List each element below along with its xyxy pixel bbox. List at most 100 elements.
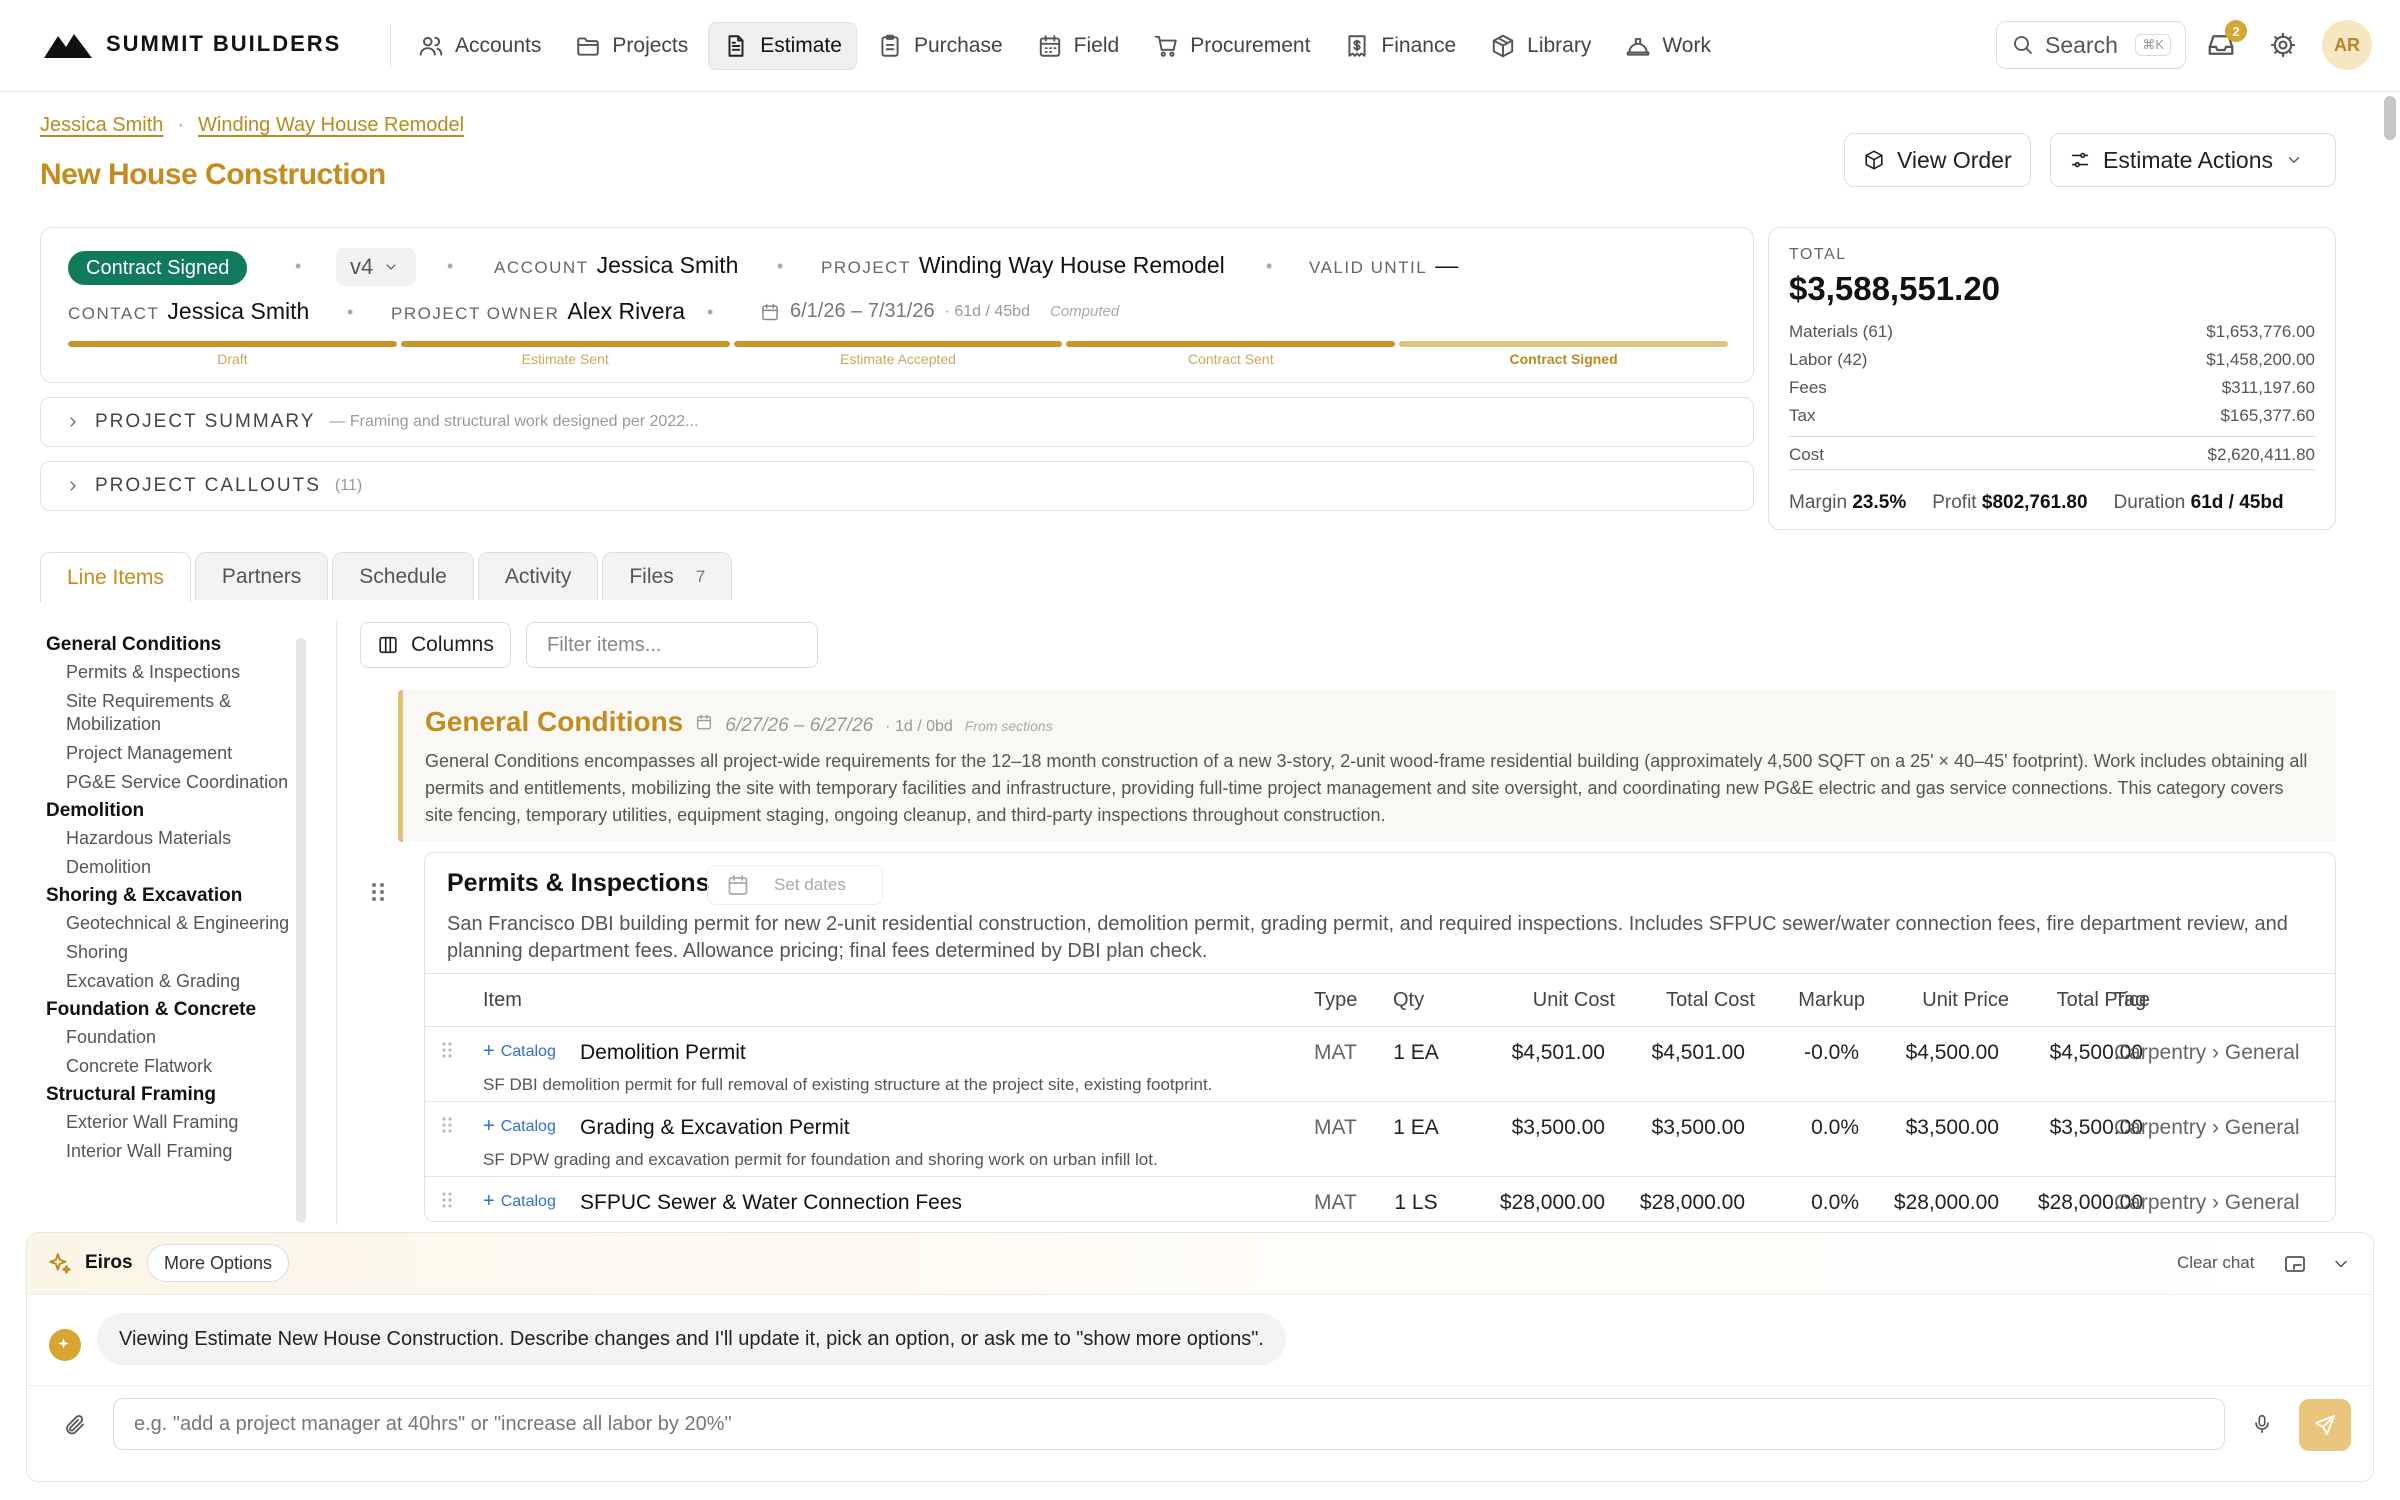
- stage-contract-sent[interactable]: Contract Sent: [1066, 341, 1396, 367]
- table-row[interactable]: + Catalog Demolition Permit MAT 1 EA $4,5…: [425, 1027, 2335, 1102]
- date-range[interactable]: 6/1/26 – 7/31/26 · 61d / 45bd Computed: [760, 300, 1119, 323]
- item-type[interactable]: MAT: [1314, 1041, 1357, 1065]
- filter-input[interactable]: [526, 622, 818, 668]
- contact-value[interactable]: Jessica Smith: [167, 298, 309, 325]
- catalog-button[interactable]: + Catalog: [483, 1190, 556, 1213]
- settings-button[interactable]: [2269, 31, 2297, 59]
- category-title[interactable]: General Conditions: [425, 706, 683, 738]
- outline-category[interactable]: Demolition: [46, 800, 310, 822]
- columns-button[interactable]: Columns: [360, 622, 511, 668]
- set-dates-button[interactable]: Set dates: [707, 865, 883, 905]
- outline-item[interactable]: Permits & Inspections: [66, 661, 310, 684]
- stage-estimate-accepted[interactable]: Estimate Accepted: [733, 341, 1063, 367]
- nav-work[interactable]: Work: [1611, 22, 1725, 70]
- nav-estimate[interactable]: Estimate: [708, 22, 857, 70]
- item-tag[interactable]: Carpentry › General: [2114, 1191, 2300, 1215]
- microphone-button[interactable]: [2251, 1413, 2273, 1435]
- outline-category[interactable]: Shoring & Excavation: [46, 885, 310, 907]
- outline-item[interactable]: Shoring: [66, 941, 310, 964]
- account-value[interactable]: Jessica Smith: [597, 252, 739, 279]
- section-drag-handle[interactable]: [368, 880, 388, 904]
- breadcrumb-account[interactable]: Jessica Smith: [40, 114, 163, 137]
- item-tag[interactable]: Carpentry › General: [2114, 1116, 2300, 1140]
- clear-chat-button[interactable]: Clear chat: [2177, 1253, 2254, 1273]
- outline-item[interactable]: Interior Wall Framing: [66, 1140, 310, 1163]
- stage-draft[interactable]: Draft: [68, 341, 397, 367]
- search-button[interactable]: Search ⌘K: [1996, 21, 2186, 69]
- version-select[interactable]: v4: [336, 248, 416, 286]
- chevron-down-icon[interactable]: [2331, 1254, 2351, 1274]
- popout-icon[interactable]: [2283, 1252, 2307, 1276]
- stage-contract-signed[interactable]: Contract Signed: [1399, 341, 1728, 367]
- outline-category[interactable]: Structural Framing: [46, 1084, 310, 1106]
- item-name[interactable]: SFPUC Sewer & Water Connection Fees: [580, 1191, 962, 1215]
- tab-activity[interactable]: Activity: [477, 552, 599, 600]
- outline-category[interactable]: General Conditions: [46, 634, 310, 656]
- chat-input[interactable]: [113, 1398, 2225, 1450]
- table-row[interactable]: + Catalog Grading & Excavation Permit MAT…: [425, 1102, 2335, 1177]
- more-options-button[interactable]: More Options: [147, 1244, 290, 1282]
- user-avatar[interactable]: AR: [2322, 20, 2372, 70]
- status-badge[interactable]: Contract Signed: [68, 251, 248, 285]
- outline-category[interactable]: Foundation & Concrete: [46, 999, 310, 1021]
- outline-item[interactable]: Project Management: [66, 742, 310, 765]
- outline-scrollbar[interactable]: [296, 638, 306, 1223]
- nav-accounts[interactable]: Accounts: [404, 22, 555, 70]
- page-scrollbar[interactable]: [2384, 96, 2396, 140]
- tab-line-items[interactable]: Line Items: [40, 552, 191, 602]
- nav-field[interactable]: Field: [1023, 22, 1134, 70]
- item-qty[interactable]: 1 EA: [1385, 1041, 1447, 1065]
- owner-value[interactable]: Alex Rivera: [567, 298, 685, 325]
- col-type[interactable]: Type: [1314, 989, 1357, 1012]
- col-qty[interactable]: Qty: [1393, 989, 1424, 1012]
- outline-item[interactable]: Demolition: [66, 856, 310, 879]
- view-order-button[interactable]: View Order: [1844, 133, 2031, 187]
- item-unit-cost[interactable]: $28,000.00: [1465, 1191, 1605, 1215]
- item-markup[interactable]: -0.0%: [1765, 1041, 1859, 1065]
- item-unit-price[interactable]: $3,500.00: [1865, 1116, 1999, 1140]
- nav-procurement[interactable]: Procurement: [1139, 22, 1324, 70]
- row-drag-handle[interactable]: [441, 1191, 453, 1209]
- col-item[interactable]: Item: [483, 989, 522, 1012]
- estimate-actions-button[interactable]: Estimate Actions: [2050, 133, 2336, 187]
- col-total-cost[interactable]: Total Cost: [1615, 989, 1755, 1012]
- item-name[interactable]: Demolition Permit: [580, 1041, 746, 1065]
- outline-item[interactable]: Geotechnical & Engineering: [66, 912, 310, 935]
- outline-item[interactable]: Concrete Flatwork: [66, 1055, 310, 1078]
- valid-until-value[interactable]: —: [1435, 252, 1458, 279]
- breadcrumb-project[interactable]: Winding Way House Remodel: [198, 114, 464, 137]
- project-value[interactable]: Winding Way House Remodel: [919, 252, 1225, 279]
- section-title[interactable]: Permits & Inspections: [447, 869, 710, 898]
- item-qty[interactable]: 1 LS: [1385, 1191, 1447, 1215]
- col-unit-price[interactable]: Unit Price: [1865, 989, 2009, 1012]
- attach-button[interactable]: [63, 1413, 87, 1437]
- item-unit-cost[interactable]: $3,500.00: [1465, 1116, 1605, 1140]
- row-drag-handle[interactable]: [441, 1041, 453, 1059]
- outline-item[interactable]: Excavation & Grading: [66, 970, 310, 993]
- catalog-button[interactable]: + Catalog: [483, 1040, 556, 1063]
- col-unit-cost[interactable]: Unit Cost: [1475, 989, 1615, 1012]
- col-tag[interactable]: Tag: [2114, 989, 2146, 1012]
- item-markup[interactable]: 0.0%: [1765, 1191, 1859, 1215]
- item-unit-cost[interactable]: $4,501.00: [1465, 1041, 1605, 1065]
- send-button[interactable]: [2299, 1399, 2351, 1451]
- item-markup[interactable]: 0.0%: [1765, 1116, 1859, 1140]
- stage-estimate-sent[interactable]: Estimate Sent: [400, 341, 730, 367]
- item-unit-price[interactable]: $4,500.00: [1865, 1041, 1999, 1065]
- item-unit-price[interactable]: $28,000.00: [1865, 1191, 1999, 1215]
- nav-projects[interactable]: Projects: [561, 22, 702, 70]
- item-name[interactable]: Grading & Excavation Permit: [580, 1116, 850, 1140]
- outline-item[interactable]: Site Requirements & Mobilization: [66, 690, 310, 736]
- row-drag-handle[interactable]: [441, 1116, 453, 1134]
- outline-item[interactable]: Hazardous Materials: [66, 827, 310, 850]
- tab-partners[interactable]: Partners: [194, 552, 329, 600]
- outline-item[interactable]: Exterior Wall Framing: [66, 1111, 310, 1134]
- outline-item[interactable]: Foundation: [66, 1026, 310, 1049]
- brand-logo[interactable]: SUMMIT BUILDERS: [44, 30, 341, 58]
- item-type[interactable]: MAT: [1314, 1116, 1357, 1140]
- project-summary-toggle[interactable]: PROJECT SUMMARY — Framing and structural…: [40, 397, 1754, 447]
- project-callouts-toggle[interactable]: PROJECT CALLOUTS (11): [40, 461, 1754, 511]
- nav-purchase[interactable]: Purchase: [863, 22, 1017, 70]
- catalog-button[interactable]: + Catalog: [483, 1115, 556, 1138]
- outline-item[interactable]: PG&E Service Coordination: [66, 771, 310, 794]
